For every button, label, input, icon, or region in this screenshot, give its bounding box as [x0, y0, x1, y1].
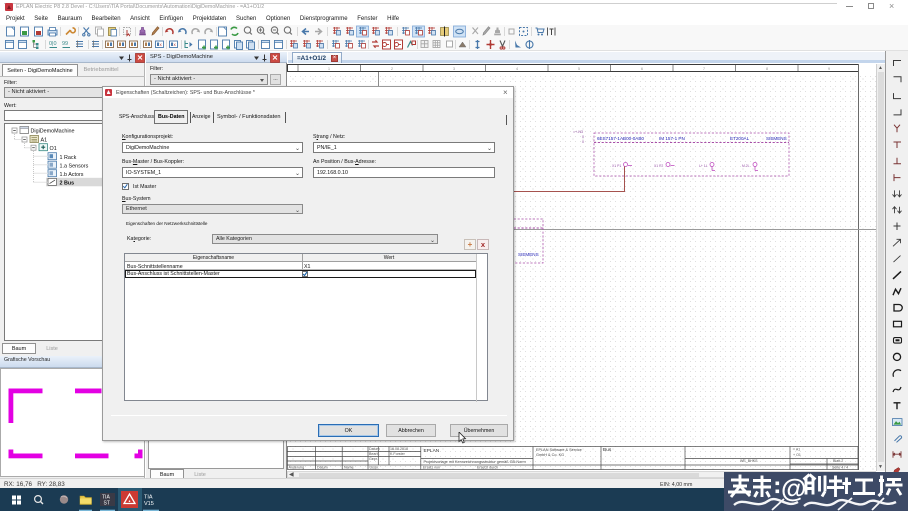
- svg-text:Änderung: Änderung: [289, 466, 305, 470]
- svg-text:1 Rack: 1 Rack: [60, 155, 77, 161]
- svg-text:Bearb.: Bearb.: [369, 452, 380, 456]
- svg-text:X1 P1: X1 P1: [612, 164, 621, 168]
- svg-text:SIEMENS: SIEMENS: [518, 252, 539, 257]
- svg-text:Name: Name: [344, 466, 354, 470]
- svg-text:Ersetzt durch: Ersetzt durch: [477, 466, 498, 470]
- svg-text:Datum: Datum: [369, 447, 380, 451]
- svg-text:6ES7157-1AB00-0AB0: 6ES7157-1AB00-0AB0: [597, 136, 644, 141]
- svg-text:1.b Actors: 1.b Actors: [60, 172, 84, 178]
- svg-text:0: 0: [582, 140, 584, 144]
- svg-text:2 Bus: 2 Bus: [60, 181, 75, 187]
- svg-text:K.Forster: K.Forster: [390, 452, 406, 456]
- svg-text:Gepr.: Gepr.: [369, 457, 378, 461]
- svg-text:M 2L: M 2L: [742, 164, 750, 168]
- svg-text:Bus: Bus: [603, 447, 612, 453]
- svg-text:Seite 4 / 4: Seite 4 / 4: [832, 466, 848, 470]
- svg-text:99: 99: [62, 41, 68, 47]
- svg-text:= A1: = A1: [793, 448, 800, 452]
- svg-text:+ O1: + O1: [793, 453, 801, 457]
- svg-text:WE_BHKS: WE_BHKS: [740, 459, 758, 463]
- svg-text:Ersatz von: Ersatz von: [423, 466, 440, 470]
- svg-text:V15: V15: [144, 501, 154, 507]
- svg-text:=+-N3: =+-N3: [573, 130, 583, 134]
- svg-text:ET200AL: ET200AL: [730, 136, 750, 141]
- svg-text:Datum: Datum: [317, 466, 328, 470]
- svg-text:TIA: TIA: [144, 495, 153, 501]
- svg-text:Blatt 2: Blatt 2: [833, 459, 843, 463]
- svg-text:A1: A1: [41, 138, 48, 144]
- svg-text:X1 P2: X1 P2: [654, 164, 663, 168]
- svg-text:Projektvorlage mit Kennzeichnu: Projektvorlage mit Kennzeichnungsstruktu…: [424, 460, 526, 464]
- svg-text:ST: ST: [104, 501, 110, 507]
- svg-text:EPLAN Software & Service: EPLAN Software & Service: [536, 448, 582, 452]
- svg-text:SIEMENS: SIEMENS: [766, 136, 787, 141]
- svg-text:L+ 1L: L+ 1L: [699, 164, 708, 168]
- svg-text:GmbH & Co. KG: GmbH & Co. KG: [536, 453, 564, 457]
- svg-text:0: 0: [582, 135, 584, 139]
- svg-text:16.08.2018: 16.08.2018: [390, 447, 408, 451]
- svg-text:0|0: 0|0: [49, 41, 57, 47]
- svg-text:DigiDemoMachine: DigiDemoMachine: [31, 129, 75, 135]
- svg-text:O1: O1: [50, 146, 57, 152]
- svg-text:Urspr.: Urspr.: [370, 466, 380, 470]
- svg-text:@: @: [781, 473, 806, 503]
- svg-text:1.a Sensors: 1.a Sensors: [60, 163, 89, 169]
- svg-text:IM 157-1 PN: IM 157-1 PN: [659, 136, 685, 141]
- svg-text:EPLAN: EPLAN: [424, 448, 440, 454]
